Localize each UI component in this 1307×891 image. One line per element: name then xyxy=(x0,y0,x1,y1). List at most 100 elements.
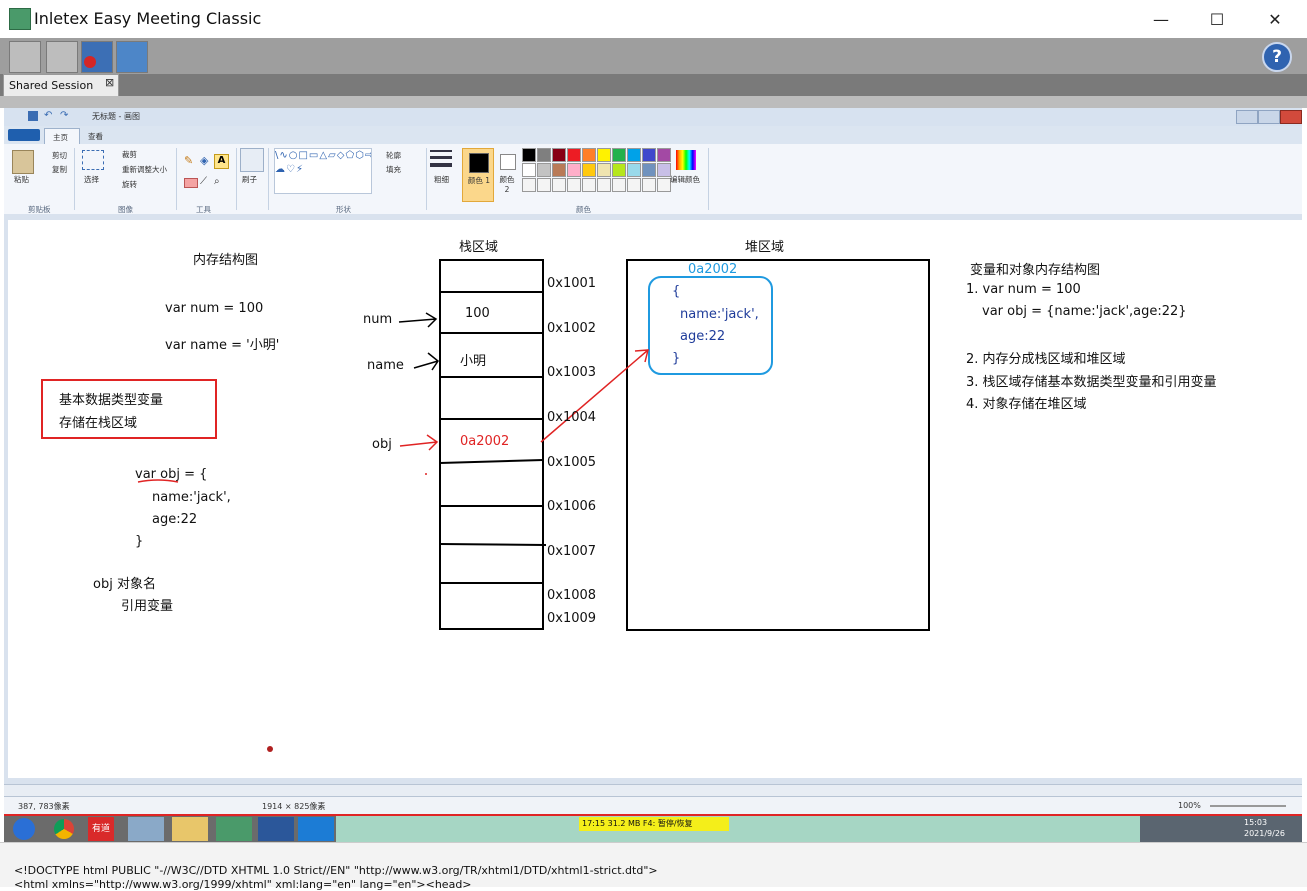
color-swatch[interactable] xyxy=(657,163,671,177)
paste-icon[interactable] xyxy=(12,150,34,174)
empty-swatch[interactable] xyxy=(627,178,641,192)
color-swatch[interactable] xyxy=(552,148,566,162)
crop-button[interactable]: 裁剪 xyxy=(122,149,137,160)
color-swatch[interactable] xyxy=(597,163,611,177)
addr-4: 0x1005 xyxy=(547,455,597,470)
stop-share-icon[interactable] xyxy=(81,41,113,73)
clock-time: 15:03 xyxy=(1244,818,1268,827)
save-icon[interactable] xyxy=(28,111,38,121)
paint-menu-button[interactable] xyxy=(8,129,40,141)
tab-home[interactable]: 主页 xyxy=(44,128,80,145)
easymeeting-icon[interactable] xyxy=(216,817,252,841)
stack-cell-xiaoming: 小明 xyxy=(460,354,487,369)
close-button[interactable]: ✕ xyxy=(1246,0,1304,38)
color-swatch[interactable] xyxy=(567,148,581,162)
color-swatch[interactable] xyxy=(597,148,611,162)
color-swatch[interactable] xyxy=(582,163,596,177)
addr-7: 0x1008 xyxy=(547,588,597,603)
youdao-icon[interactable]: 有道 xyxy=(88,817,114,841)
shapes-gallery[interactable]: \∿○□▭△▱◇⬠⬡⇨⇦⇧⇩✦✧✩☆◯☁♡⚡ xyxy=(274,148,372,194)
color-swatch[interactable] xyxy=(537,148,551,162)
pencil-icon[interactable]: ✎ xyxy=(184,154,196,167)
color-swatch[interactable] xyxy=(627,148,641,162)
empty-swatch[interactable] xyxy=(597,178,611,192)
copy-button[interactable]: 复制 xyxy=(52,164,67,175)
fill-button[interactable]: 填充 xyxy=(386,164,401,175)
size-button[interactable]: 粗细 xyxy=(434,174,449,185)
size-icon[interactable] xyxy=(430,150,452,170)
maximize-button[interactable]: ☐ xyxy=(1188,0,1246,38)
tab-view[interactable]: 查看 xyxy=(88,131,103,142)
tab-shared-session[interactable]: Shared Session ⊠ xyxy=(3,74,119,97)
color-swatch[interactable] xyxy=(522,148,536,162)
remove-monitor-icon[interactable] xyxy=(46,41,78,73)
eraser-icon[interactable] xyxy=(184,178,198,188)
outline-button[interactable]: 轮廓 xyxy=(386,150,401,161)
color-swatch[interactable] xyxy=(567,163,581,177)
explorer-icon[interactable] xyxy=(172,817,208,841)
add-monitor-icon[interactable] xyxy=(9,41,41,73)
empty-swatch[interactable] xyxy=(567,178,581,192)
text-tool-icon[interactable]: A xyxy=(214,154,229,169)
color-swatch[interactable] xyxy=(642,163,656,177)
right-item-4: 4. 对象存储在堆区域 xyxy=(966,397,1087,412)
fill-icon[interactable]: ◈ xyxy=(200,154,212,167)
color-swatch[interactable] xyxy=(552,163,566,177)
paint-restore-button[interactable] xyxy=(1258,110,1280,124)
color-palette[interactable] xyxy=(522,148,672,194)
color1-selector[interactable]: 颜色 1 xyxy=(462,148,494,202)
rotate-button[interactable]: 旋转 xyxy=(122,179,137,190)
color-swatch[interactable] xyxy=(642,148,656,162)
zoom-slider[interactable] xyxy=(1210,805,1286,807)
word-icon[interactable] xyxy=(258,817,294,841)
empty-swatch[interactable] xyxy=(537,178,551,192)
redo-icon[interactable]: ↷ xyxy=(60,111,70,121)
black-arrows xyxy=(398,312,440,371)
annotate-icon[interactable] xyxy=(116,41,148,73)
color-swatch[interactable] xyxy=(582,148,596,162)
paint-app-icon[interactable] xyxy=(128,817,164,841)
empty-swatch[interactable] xyxy=(642,178,656,192)
stack-cell-address: 0a2002 xyxy=(460,434,510,449)
close-tab-icon[interactable]: ⊠ xyxy=(105,76,114,89)
vscode-icon[interactable] xyxy=(298,817,334,841)
color-swatch[interactable] xyxy=(522,163,536,177)
edit-colors-button[interactable]: 编辑颜色 xyxy=(670,174,700,185)
session-tab-bar xyxy=(0,74,1307,96)
color-picker-icon[interactable]: ⟋ xyxy=(200,176,212,188)
undo-icon[interactable]: ↶ xyxy=(44,111,54,121)
cut-button[interactable]: 剪切 xyxy=(52,150,67,161)
empty-swatch[interactable] xyxy=(612,178,626,192)
empty-swatch[interactable] xyxy=(522,178,536,192)
color-swatch[interactable] xyxy=(612,148,626,162)
color2-selector[interactable]: 颜色 2 xyxy=(496,148,520,200)
obj-name-label: obj 对象名 xyxy=(93,577,156,592)
heap-title: 堆区域 xyxy=(745,240,785,255)
empty-swatch[interactable] xyxy=(657,178,671,192)
color-swatch[interactable] xyxy=(657,148,671,162)
paste-button[interactable]: 粘贴 xyxy=(14,174,29,185)
chrome-icon[interactable] xyxy=(46,817,82,841)
magnifier-icon[interactable]: ⌕ xyxy=(214,176,226,188)
right-item-1b: var obj = {name:'jack',age:22} xyxy=(982,304,1187,319)
select-icon[interactable] xyxy=(82,150,104,170)
brush-icon[interactable] xyxy=(240,148,264,172)
paint-close-button[interactable] xyxy=(1280,110,1302,124)
select-button[interactable]: 选择 xyxy=(84,174,99,185)
paint-canvas[interactable]: 内存结构图 var num = 100 var name = '小明' 基本数据… xyxy=(8,220,1302,778)
color-swatch[interactable] xyxy=(612,163,626,177)
color-swatch[interactable] xyxy=(627,163,641,177)
start-button[interactable] xyxy=(6,817,42,841)
empty-swatch[interactable] xyxy=(582,178,596,192)
empty-swatch[interactable] xyxy=(552,178,566,192)
heap-box xyxy=(626,259,930,631)
help-icon[interactable]: ? xyxy=(1262,42,1292,72)
minimize-button[interactable]: — xyxy=(1132,0,1190,38)
edit-colors-icon[interactable] xyxy=(676,150,696,170)
right-item-3: 3. 栈区域存储基本数据类型变量和引用变量 xyxy=(966,375,1217,390)
resize-button[interactable]: 重新调整大小 xyxy=(122,164,167,175)
code-preview: <!DOCTYPE html PUBLIC "-//W3C//DTD XHTML… xyxy=(0,842,1307,891)
brush-button[interactable]: 刷子 xyxy=(242,174,257,185)
paint-minimize-button[interactable] xyxy=(1236,110,1258,124)
color-swatch[interactable] xyxy=(537,163,551,177)
